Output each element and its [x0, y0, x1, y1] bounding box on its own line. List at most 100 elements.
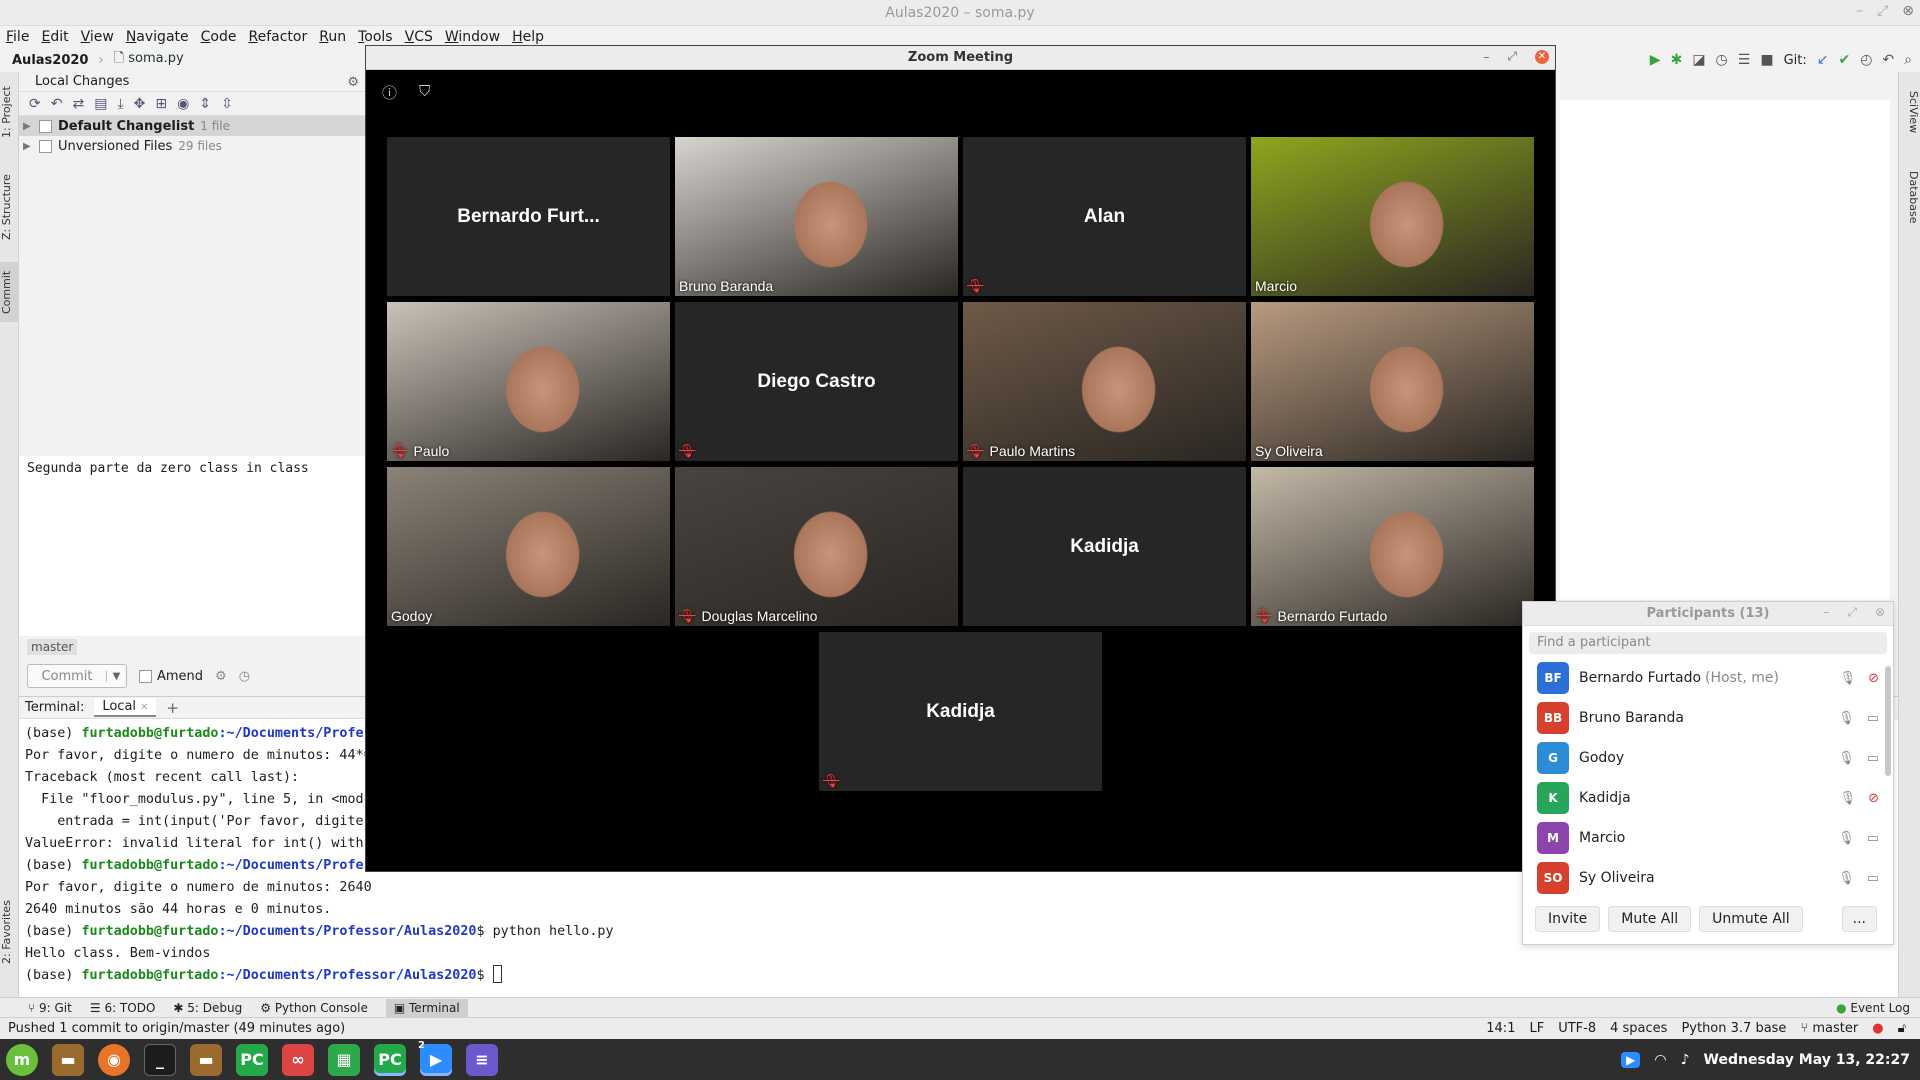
maximize-icon[interactable]: ⤢: [1507, 49, 1517, 64]
chevron-down-icon[interactable]: ▼: [106, 670, 126, 682]
tab-favorites[interactable]: 2: Favorites: [0, 892, 19, 972]
mint-menu-icon[interactable]: m: [6, 1043, 38, 1076]
wifi-icon[interactable]: ◠: [1654, 1052, 1666, 1068]
line-separator[interactable]: LF: [1529, 1021, 1544, 1036]
participant-row[interactable]: M Marcio 🎙︎ ▭: [1523, 818, 1893, 858]
video-tile[interactable]: Godoy: [387, 467, 670, 626]
camera-icon[interactable]: ▭: [1867, 711, 1879, 726]
tab-terminal-local[interactable]: Local ✕: [94, 698, 157, 717]
tab-project[interactable]: 1: Project: [0, 82, 19, 142]
video-tile[interactable]: Kadidja: [963, 467, 1246, 626]
video-tile[interactable]: 🎙︎ Paulo: [387, 302, 670, 461]
tool-terminal[interactable]: ▣ Terminal: [385, 998, 468, 1017]
participant-row[interactable]: BF Bernardo Furtado (Host, me) 🎙︎ ⊘: [1523, 658, 1893, 698]
coverage-icon[interactable]: ◪: [1692, 52, 1705, 68]
git-history-icon[interactable]: ◴: [1860, 52, 1872, 68]
expand-arrow-icon[interactable]: ▶: [23, 141, 33, 152]
participant-row[interactable]: BB Bruno Baranda 🎙︎ ▭: [1523, 698, 1893, 738]
changelist-default[interactable]: ▶ Default Changelist 1 file: [19, 116, 365, 136]
video-tile[interactable]: Marcio: [1251, 137, 1534, 296]
lock-icon[interactable]: 🔓︎: [1898, 1021, 1906, 1036]
collapse-all-icon[interactable]: ⇳: [221, 96, 233, 112]
changelist-checkbox[interactable]: [39, 139, 52, 153]
spreadsheet-icon[interactable]: ▦: [328, 1043, 360, 1076]
text-editor-icon[interactable]: ≡: [466, 1043, 498, 1076]
git-branch[interactable]: ⑂ master: [1800, 1021, 1858, 1036]
menu-refactor[interactable]: Refactor: [248, 29, 307, 45]
files-icon[interactable]: ▬: [190, 1043, 222, 1076]
volume-icon[interactable]: ♪: [1681, 1052, 1690, 1068]
glasses-app-icon[interactable]: ∞: [282, 1043, 314, 1076]
file-encoding[interactable]: UTF-8: [1558, 1021, 1596, 1036]
close-icon[interactable]: ⊗: [1875, 605, 1885, 620]
pycharm-icon[interactable]: PC: [236, 1043, 268, 1076]
tool-python-console[interactable]: ⚙ Python Console: [260, 1001, 368, 1015]
participant-row[interactable]: SO Sy Oliveira 🎙︎ ▭: [1523, 858, 1893, 898]
shelve-icon[interactable]: ⤓: [117, 96, 123, 112]
unmute-all-button[interactable]: Unmute All: [1699, 906, 1803, 932]
history-icon[interactable]: ◷: [239, 669, 250, 684]
participant-row[interactable]: K Kadidja 🎙︎ ⊘: [1523, 778, 1893, 818]
eye-icon[interactable]: ◉: [177, 96, 189, 112]
shield-icon[interactable]: ⛉: [419, 82, 430, 103]
changelist-checkbox[interactable]: [39, 119, 52, 133]
git-commit-icon[interactable]: ✔: [1838, 52, 1850, 68]
changelist-unversioned[interactable]: ▶ Unversioned Files 29 files: [19, 136, 365, 156]
warning-icon[interactable]: ●: [1872, 1021, 1883, 1036]
video-tile[interactable]: Diego Castro 🎙︎: [675, 302, 958, 461]
camera-off-icon[interactable]: ⊘: [1868, 791, 1879, 806]
gear-icon[interactable]: ⚙: [215, 669, 227, 684]
commit-button[interactable]: Commit ▼: [27, 664, 127, 688]
expand-all-icon[interactable]: ⇕: [199, 96, 211, 112]
minimize-icon[interactable]: –: [1823, 605, 1829, 620]
microphone-icon[interactable]: 🎙︎: [1838, 751, 1855, 766]
git-update-icon[interactable]: ↙: [1817, 52, 1829, 68]
firefox-icon[interactable]: ◉: [98, 1043, 130, 1076]
debug-icon[interactable]: ✱: [1671, 52, 1683, 68]
breadcrumb-file[interactable]: 🗋 soma.py: [114, 49, 184, 71]
mute-all-button[interactable]: Mute All: [1608, 906, 1692, 932]
pycharm-active-icon[interactable]: PC: [374, 1043, 406, 1076]
profile-icon[interactable]: ◷: [1716, 52, 1728, 68]
microphone-icon[interactable]: 🎙︎: [1838, 831, 1855, 846]
status-message[interactable]: Pushed 1 commit to origin/master (49 min…: [8, 1021, 1486, 1036]
rollback-icon[interactable]: ↶: [51, 96, 63, 112]
tool-todo[interactable]: ☰ 6: TODO: [90, 1001, 156, 1015]
clock[interactable]: Wednesday May 13, 22:27: [1704, 1052, 1910, 1068]
amend-checkbox-box[interactable]: [139, 669, 152, 683]
video-tile[interactable]: Bruno Baranda: [675, 137, 958, 296]
info-icon[interactable]: ⓘ: [382, 82, 397, 103]
zoom-app-icon[interactable]: ▶ 2: [418, 1040, 452, 1076]
commit-message-field[interactable]: Segunda parte da zero class in class: [19, 456, 365, 636]
maximize-icon[interactable]: ⤢: [1847, 605, 1857, 620]
microphone-icon[interactable]: 🎙︎: [1840, 671, 1857, 686]
run-icon[interactable]: ▶: [1650, 52, 1661, 68]
video-tile[interactable]: Bernardo Furt...: [387, 137, 670, 296]
camera-icon[interactable]: ▭: [1867, 751, 1879, 766]
close-icon[interactable]: ⊗: [1902, 3, 1914, 19]
python-interpreter[interactable]: Python 3.7 base: [1681, 1021, 1786, 1036]
changelist-icon[interactable]: ▤: [94, 96, 107, 112]
video-tile[interactable]: 🎙︎ Paulo Martins: [963, 302, 1246, 461]
menu-window[interactable]: Window: [445, 29, 500, 45]
gear-icon[interactable]: ⚙: [347, 75, 359, 90]
diff-icon[interactable]: ⇄: [72, 96, 84, 112]
video-tile[interactable]: Alan 🎙︎: [963, 137, 1246, 296]
scrollbar[interactable]: [1885, 666, 1891, 776]
menu-file[interactable]: File: [6, 29, 29, 45]
tab-commit[interactable]: Commit: [0, 262, 19, 322]
expand-arrow-icon[interactable]: ▶: [23, 121, 33, 132]
terminal-icon[interactable]: _: [144, 1043, 176, 1076]
minimize-icon[interactable]: –: [1856, 3, 1863, 19]
microphone-icon[interactable]: 🎙︎: [1840, 791, 1857, 806]
participant-search-input[interactable]: Find a participant: [1529, 632, 1887, 654]
camera-icon[interactable]: ▭: [1867, 871, 1879, 886]
close-icon[interactable]: ✕: [140, 702, 148, 713]
git-rollback-icon[interactable]: ↶: [1882, 52, 1894, 68]
close-icon[interactable]: ✕: [1535, 49, 1549, 64]
tab-sciview[interactable]: SciView: [1901, 82, 1920, 142]
stop-icon[interactable]: ■: [1760, 52, 1773, 68]
breadcrumb-project[interactable]: Aulas2020: [12, 53, 88, 68]
video-tile[interactable]: Sy Oliveira: [1251, 302, 1534, 461]
video-tile[interactable]: 🎙︎ Douglas Marcelino: [675, 467, 958, 626]
